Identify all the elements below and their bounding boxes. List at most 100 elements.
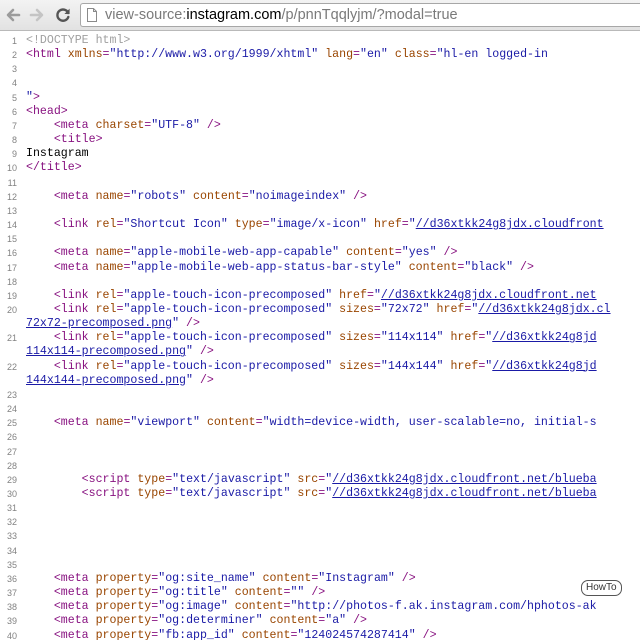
code-token: "text/javascript" bbox=[172, 487, 291, 500]
forward-button[interactable] bbox=[26, 4, 48, 26]
source-line: 8 <title> bbox=[0, 133, 640, 147]
line-number: 37 bbox=[6, 588, 17, 599]
source-link[interactable]: //d36xtkk24g8jdx.cl bbox=[478, 303, 610, 316]
line-code: <link rel = "apple-touch-icon-precomposed"… bbox=[26, 303, 611, 317]
line-code: <meta name="viewport" content="width=dev… bbox=[26, 416, 597, 430]
code-token: = bbox=[401, 218, 409, 232]
code-token: " bbox=[186, 345, 193, 359]
line-code: <meta name = "apple-mobile-web-app-capable… bbox=[26, 246, 458, 260]
source-link[interactable]: 72x72-precomposed.png bbox=[26, 317, 172, 330]
code-token: = bbox=[241, 189, 249, 203]
line-code: </title> bbox=[26, 161, 82, 175]
code-token: rel bbox=[95, 288, 117, 302]
code-token: name bbox=[95, 416, 124, 430]
code-token: href bbox=[332, 288, 367, 302]
source-line: 1 <!DOCTYPE html> bbox=[0, 34, 640, 48]
source-line: 23 bbox=[0, 388, 640, 402]
line-number: 32 bbox=[6, 517, 17, 528]
line-number: 13 bbox=[6, 205, 17, 216]
code-token: <meta bbox=[53, 118, 96, 132]
source-line: 12 <meta name="robots" content="noimagei… bbox=[0, 190, 640, 204]
line-number: 5 bbox=[11, 92, 17, 103]
code-token: " bbox=[186, 373, 193, 387]
source-link[interactable]: //d36xtkk24g8jdx.cloudfront.net/blueba bbox=[332, 473, 596, 486]
source-line: 29 <script type="text/javascript" src="/… bbox=[0, 473, 640, 487]
line-number: 17 bbox=[6, 262, 17, 273]
browser-window: view-source:instagram.com/p/pnnTqqlyjm/?… bbox=[0, 0, 640, 640]
arrow-left-icon bbox=[6, 8, 21, 22]
line-code: <meta property="fb:app_id" content="1240… bbox=[26, 629, 437, 640]
code-token: name bbox=[95, 246, 124, 260]
code-token: <!DOCTYPE html> bbox=[26, 34, 131, 47]
source-link[interactable]: //d36xtkk24g8jdx.cloudfront bbox=[416, 218, 604, 231]
code-token: href bbox=[429, 302, 465, 316]
code-token: /> bbox=[436, 246, 458, 260]
source-link[interactable]: 114x114-precomposed.png bbox=[26, 345, 186, 358]
code-token: "viewport" bbox=[130, 416, 200, 430]
code-token: xmlns bbox=[67, 48, 103, 62]
code-token: "yes" bbox=[401, 246, 437, 260]
code-token: href bbox=[443, 331, 479, 345]
source-view: 1 <!DOCTYPE html> 2 <html xmlns="http://www… bbox=[0, 34, 640, 640]
back-button[interactable] bbox=[2, 4, 24, 26]
code-token: "og:determiner" bbox=[158, 614, 263, 628]
code-token: charset bbox=[95, 118, 145, 132]
code-token: rel bbox=[95, 359, 117, 373]
code-token: "og:image" bbox=[158, 600, 228, 614]
code-token: "hl-en logged-in bbox=[436, 48, 548, 62]
address-bar[interactable]: view-source:instagram.com/p/pnnTqqlyjm/?… bbox=[80, 3, 640, 27]
code-token: /> bbox=[179, 317, 200, 331]
line-number: 25 bbox=[6, 418, 17, 429]
code-token: property bbox=[95, 614, 152, 628]
code-token: <script bbox=[81, 487, 138, 500]
line-number: 26 bbox=[6, 432, 17, 443]
code-token: <html bbox=[26, 48, 68, 62]
code-token: "apple-touch-icon-precomposed" bbox=[123, 288, 333, 302]
source-link[interactable]: 144x144-precomposed.png bbox=[26, 374, 186, 387]
source-line: 24 bbox=[0, 402, 640, 416]
line-code: 72x72-precomposed.png" /> bbox=[26, 317, 200, 331]
line-number: 31 bbox=[6, 503, 17, 514]
code-token: /> bbox=[346, 614, 367, 628]
code-token: "apple-mobile-web-app-status-bar-style" bbox=[130, 260, 402, 274]
code-token: "robots" bbox=[130, 189, 187, 203]
source-line: 39 <meta property="og:determiner" conten… bbox=[0, 614, 640, 628]
line-number: 40 bbox=[6, 630, 17, 640]
source-link[interactable]: //d36xtkk24g8jdx.cloudfront.net bbox=[381, 289, 597, 302]
line-number: 34 bbox=[6, 545, 17, 556]
code-token: = bbox=[429, 48, 437, 62]
code-token: src bbox=[290, 487, 319, 500]
source-link[interactable]: //d36xtkk24g8jd bbox=[492, 360, 596, 373]
code-token: "width=device-width, user-scalable=no, i… bbox=[262, 416, 597, 430]
code-token: rel bbox=[95, 302, 117, 316]
code-token: = bbox=[262, 218, 270, 232]
source-line: 25 <meta name="viewport" content="width=… bbox=[0, 416, 640, 430]
reload-button[interactable] bbox=[52, 4, 74, 26]
line-number: 9 bbox=[11, 149, 17, 160]
code-token: content bbox=[262, 614, 319, 628]
source-line: 28 bbox=[0, 459, 640, 473]
source-line: 3 bbox=[0, 62, 640, 76]
code-token: lang bbox=[318, 48, 354, 62]
source-line: 10 </title> bbox=[0, 161, 640, 175]
source-line: 14 <link rel="Shortcut Icon" type="image… bbox=[0, 218, 640, 232]
code-token: /> bbox=[415, 628, 437, 640]
code-token: </title> bbox=[26, 161, 82, 175]
source-line: 114x114-precomposed.png" /> bbox=[0, 345, 640, 359]
code-token: class bbox=[387, 48, 430, 62]
line-number: 15 bbox=[6, 234, 17, 245]
line-number: 36 bbox=[6, 573, 17, 584]
code-token: /> bbox=[193, 373, 214, 387]
code-token: href bbox=[366, 218, 402, 232]
watermark-badge: HowTo bbox=[581, 580, 622, 596]
code-token: <meta bbox=[53, 628, 96, 640]
source-line: 21 <link rel = "apple-touch-icon-precompos… bbox=[0, 331, 640, 345]
code-token: /> bbox=[193, 345, 214, 359]
source-link[interactable]: //d36xtkk24g8jd bbox=[492, 331, 596, 344]
source-link[interactable]: //d36xtkk24g8jdx.cloudfront.net/blueba bbox=[332, 487, 596, 500]
